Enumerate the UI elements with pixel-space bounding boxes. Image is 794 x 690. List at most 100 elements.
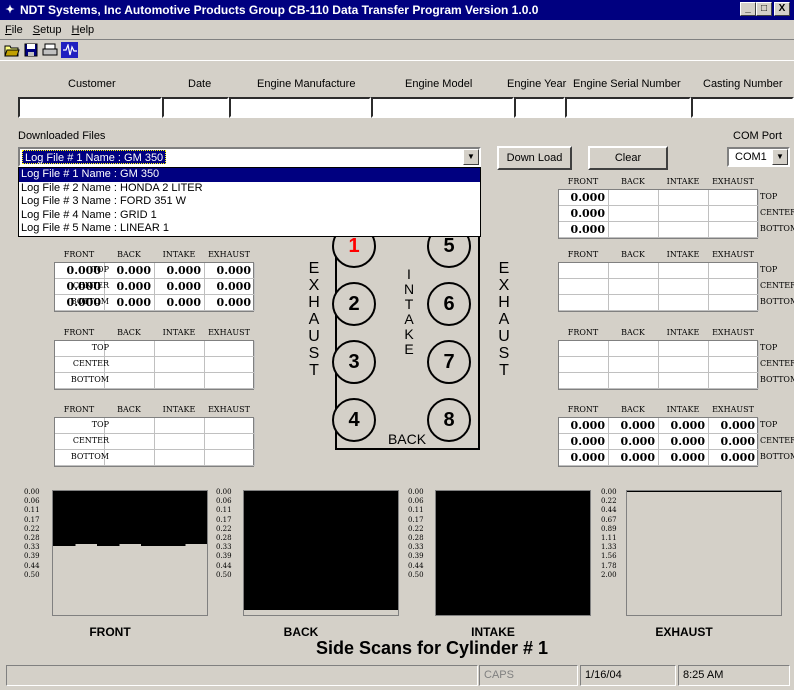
grid-cell[interactable]: 0.000 <box>105 279 155 295</box>
grid-cell[interactable]: 0.000 <box>105 295 155 311</box>
grid-cell[interactable] <box>155 434 205 450</box>
grid-cell[interactable] <box>105 357 155 373</box>
grid-cell[interactable]: 0.000 <box>709 434 759 450</box>
list-item[interactable]: Log File # 4 Name : GRID 1 <box>19 209 480 223</box>
grid-cell[interactable] <box>155 373 205 389</box>
grid-cell[interactable]: 0.000 <box>559 434 609 450</box>
grid-cell[interactable] <box>155 418 205 434</box>
grid-cell[interactable]: 0.000 <box>559 190 609 206</box>
grid-cell[interactable]: 0.000 <box>559 418 609 434</box>
grid-cell[interactable]: 0.000 <box>709 418 759 434</box>
grid-cell[interactable] <box>709 279 759 295</box>
grid-cell[interactable] <box>609 373 659 389</box>
engine-year-field[interactable] <box>514 97 565 118</box>
list-item[interactable]: Log File # 5 Name : LINEAR 1 <box>19 222 480 236</box>
grid-cell[interactable] <box>609 206 659 222</box>
grid-cell[interactable] <box>559 263 609 279</box>
grid-cell[interactable] <box>155 450 205 466</box>
com-port-select[interactable]: COM1 ▼ <box>727 147 790 167</box>
grid-cell[interactable]: 0.000 <box>609 434 659 450</box>
grid-cell[interactable]: 0.000 <box>559 450 609 466</box>
grid-cell[interactable]: 0.000 <box>205 279 255 295</box>
grid-cell[interactable] <box>205 341 255 357</box>
grid-cell[interactable] <box>709 222 759 238</box>
grid-cell[interactable] <box>659 357 709 373</box>
engine-serial-field[interactable] <box>565 97 691 118</box>
grid-cell[interactable]: 0.000 <box>609 450 659 466</box>
grid-cell[interactable] <box>559 279 609 295</box>
grid-cell[interactable]: 0.000 <box>559 206 609 222</box>
grid-cell[interactable] <box>609 222 659 238</box>
grid-cell[interactable] <box>205 434 255 450</box>
grid-cell[interactable]: 0.000 <box>559 222 609 238</box>
open-icon[interactable] <box>2 41 21 59</box>
cylinder-8[interactable]: 8 <box>427 398 471 442</box>
grid-cell[interactable] <box>709 190 759 206</box>
grid-cell[interactable] <box>105 434 155 450</box>
menu-file[interactable]: File <box>0 24 28 36</box>
grid-cell[interactable] <box>105 450 155 466</box>
grid-cell[interactable] <box>155 357 205 373</box>
list-item[interactable]: Log File # 2 Name : HONDA 2 LITER <box>19 182 480 196</box>
grid-cell[interactable] <box>559 295 609 311</box>
grid-cell[interactable] <box>105 373 155 389</box>
cylinder-4[interactable]: 4 <box>332 398 376 442</box>
grid-cell[interactable] <box>205 357 255 373</box>
list-item[interactable]: Log File # 3 Name : FORD 351 W <box>19 195 480 209</box>
cylinder-7[interactable]: 7 <box>427 340 471 384</box>
minimize-button[interactable]: _ <box>740 2 756 16</box>
save-icon[interactable] <box>21 41 40 59</box>
grid-cell[interactable] <box>709 341 759 357</box>
grid-cell[interactable] <box>659 279 709 295</box>
grid-cell[interactable] <box>559 357 609 373</box>
engine-manufacture-field[interactable] <box>229 97 371 118</box>
grid-cell[interactable] <box>105 418 155 434</box>
grid-cell[interactable]: 0.000 <box>205 263 255 279</box>
chevron-down-icon[interactable]: ▼ <box>772 149 788 165</box>
cylinder-3[interactable]: 3 <box>332 340 376 384</box>
file-select[interactable]: Log File # 1 Name : GM 350 ▼ <box>18 147 481 167</box>
waveform-icon[interactable] <box>61 42 78 58</box>
grid-cell[interactable] <box>205 418 255 434</box>
clear-button[interactable]: Clear <box>588 146 668 170</box>
grid-cell[interactable]: 0.000 <box>709 450 759 466</box>
grid-cell[interactable]: 0.000 <box>659 450 709 466</box>
grid-cell[interactable] <box>609 190 659 206</box>
menu-setup[interactable]: Setup <box>28 24 67 36</box>
grid-cell[interactable] <box>659 206 709 222</box>
grid-cell[interactable] <box>709 357 759 373</box>
grid-cell[interactable]: 0.000 <box>155 295 205 311</box>
engine-model-field[interactable] <box>371 97 514 118</box>
grid-cell[interactable] <box>609 295 659 311</box>
customer-field[interactable] <box>18 97 162 118</box>
grid-cell[interactable] <box>659 341 709 357</box>
grid-cell[interactable]: 0.000 <box>205 295 255 311</box>
grid-cell[interactable]: 0.000 <box>609 418 659 434</box>
grid-cell[interactable] <box>205 373 255 389</box>
list-item[interactable]: Log File # 1 Name : GM 350 <box>19 168 480 182</box>
print-icon[interactable] <box>40 41 59 59</box>
grid-cell[interactable] <box>559 341 609 357</box>
grid-cell[interactable] <box>205 450 255 466</box>
grid-cell[interactable] <box>105 341 155 357</box>
download-button[interactable]: Down Load <box>497 146 572 170</box>
cylinder-6[interactable]: 6 <box>427 282 471 326</box>
close-button[interactable]: X <box>774 2 790 16</box>
grid-cell[interactable] <box>659 263 709 279</box>
grid-cell[interactable] <box>659 190 709 206</box>
maximize-button[interactable]: □ <box>756 2 772 16</box>
grid-cell[interactable] <box>709 295 759 311</box>
file-dropdown-list[interactable]: Log File # 1 Name : GM 350 Log File # 2 … <box>18 167 481 237</box>
date-field[interactable] <box>162 97 229 118</box>
cylinder-2[interactable]: 2 <box>332 282 376 326</box>
grid-cell[interactable]: 0.000 <box>105 263 155 279</box>
grid-cell[interactable] <box>709 263 759 279</box>
menu-help[interactable]: Help <box>67 24 100 36</box>
grid-cell[interactable]: 0.000 <box>155 263 205 279</box>
grid-cell[interactable] <box>709 373 759 389</box>
casting-number-field[interactable] <box>691 97 794 118</box>
grid-cell[interactable] <box>709 206 759 222</box>
grid-cell[interactable] <box>609 263 659 279</box>
grid-cell[interactable] <box>659 222 709 238</box>
grid-cell[interactable]: 0.000 <box>659 418 709 434</box>
